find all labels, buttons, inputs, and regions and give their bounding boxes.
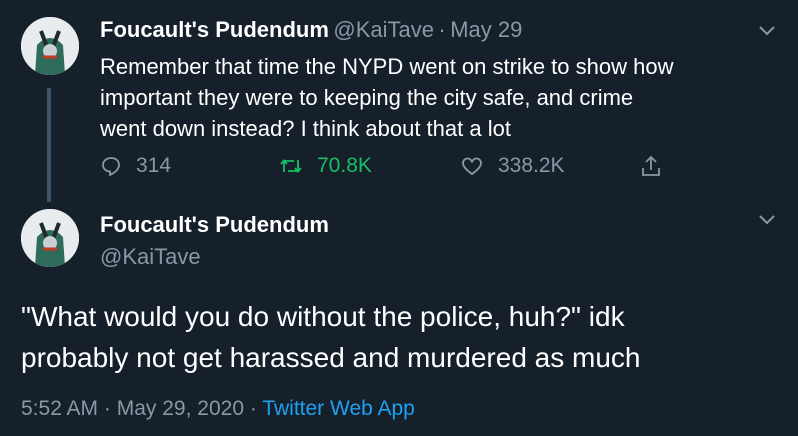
chevron-down-icon[interactable] xyxy=(757,213,777,232)
like-button[interactable]: 338.2K xyxy=(460,154,565,178)
retweet-icon xyxy=(280,159,302,173)
tweet-text-line: important they were to keeping the city … xyxy=(100,85,634,110)
separator: · xyxy=(249,397,257,420)
separator: · xyxy=(103,397,111,420)
like-icon xyxy=(462,157,482,176)
share-button[interactable] xyxy=(640,154,676,178)
tweet-meta: 5:52 AM · May 29, 2020 · Twitter Web App xyxy=(21,397,415,421)
retweet-count: 70.8K xyxy=(317,154,372,177)
user-handle[interactable]: @KaiTave xyxy=(100,244,201,270)
reply-button[interactable]: 314 xyxy=(100,154,171,178)
chevron-down-icon[interactable] xyxy=(757,24,777,43)
separator: · xyxy=(438,17,446,42)
tweet-date[interactable]: May 29 xyxy=(450,17,522,42)
reply-icon xyxy=(102,157,120,177)
like-count: 338.2K xyxy=(498,154,565,177)
tweet-text: "What would you do without the police, h… xyxy=(21,296,781,378)
avatar[interactable] xyxy=(21,17,79,75)
display-name[interactable]: Foucault's Pudendum xyxy=(100,212,329,238)
tweet-time[interactable]: 5:52 AM xyxy=(21,397,98,420)
tweet-source-link[interactable]: Twitter Web App xyxy=(262,397,415,420)
reply-count: 314 xyxy=(136,154,172,177)
tweet-header: Foucault's Pudendum @KaiTave · May 29 xyxy=(100,17,522,43)
share-icon xyxy=(642,155,660,176)
tweet-text-line: went down instead? I think about that a … xyxy=(100,116,511,141)
user-handle[interactable]: @KaiTave xyxy=(333,17,434,42)
tweet-text-line: "What would you do without the police, h… xyxy=(21,301,625,332)
tweet-date[interactable]: May 29, 2020 xyxy=(117,397,244,420)
tweet-text: Remember that time the NYPD went on stri… xyxy=(100,51,780,144)
tweet-text-line: Remember that time the NYPD went on stri… xyxy=(100,54,674,79)
avatar[interactable] xyxy=(21,209,79,267)
display-name[interactable]: Foucault's Pudendum xyxy=(100,17,329,42)
retweet-button[interactable]: 70.8K xyxy=(279,154,372,178)
thread-line xyxy=(47,88,51,202)
tweet-text-line: probably not get harassed and murdered a… xyxy=(21,342,641,373)
